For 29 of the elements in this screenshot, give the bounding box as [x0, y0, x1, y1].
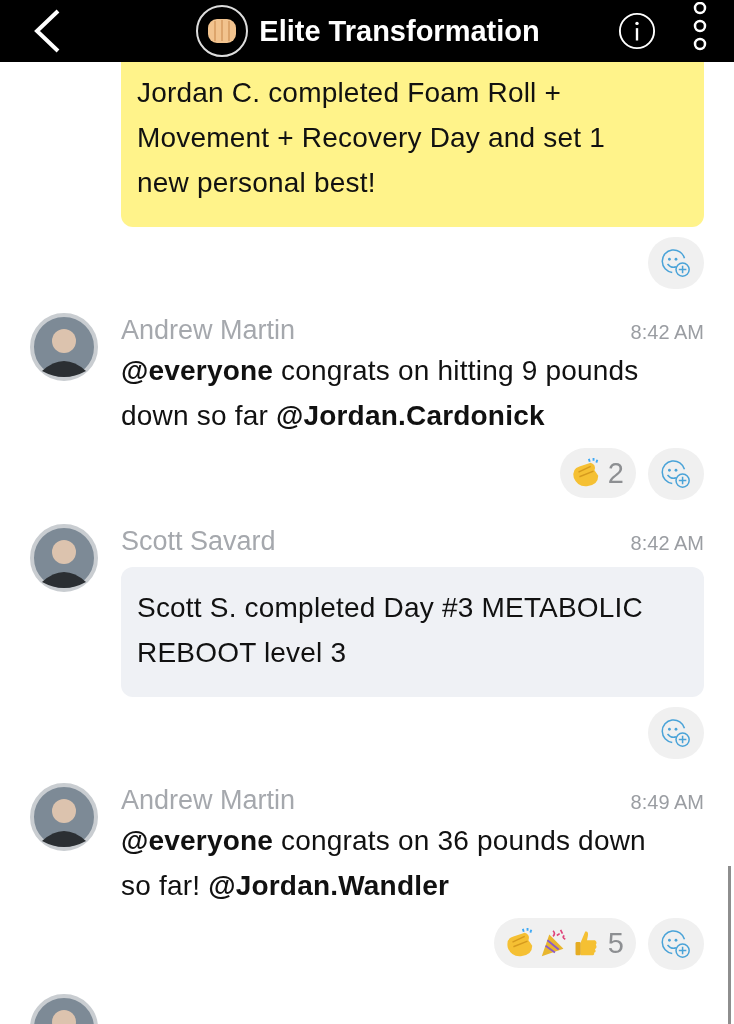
message-time: 8:49 AM	[630, 791, 704, 814]
activity-text: Scott S. completed Day #3 METABOLIC REBOOT level 3	[137, 592, 643, 668]
reaction-chip[interactable]: 2	[559, 448, 636, 498]
add-reaction-button[interactable]	[648, 448, 704, 500]
add-reaction-icon	[660, 717, 692, 749]
scrollbar[interactable]	[728, 866, 731, 1024]
author-name[interactable]: Andrew Martin	[121, 785, 296, 816]
author-name[interactable]: Andrew Martin	[121, 315, 296, 346]
more-icon[interactable]	[692, 2, 708, 52]
add-reaction-icon	[660, 247, 692, 279]
avatar[interactable]	[30, 524, 98, 592]
avatar[interactable]	[30, 783, 98, 851]
author-name[interactable]: Scott Savard	[121, 526, 276, 557]
add-reaction-button[interactable]	[648, 918, 704, 970]
activity-text: Jordan C. completed Foam Roll + Movement + Recovery Day and set 1 new personal best!	[137, 77, 606, 198]
add-reaction-icon	[660, 928, 692, 960]
message-time: 8:42 AM	[630, 321, 704, 344]
add-reaction-button[interactable]	[648, 237, 704, 289]
info-icon[interactable]	[618, 12, 656, 50]
add-reaction-button[interactable]	[648, 707, 704, 759]
message-time: 8:42 AM	[630, 532, 704, 555]
message-text: @everyone congrats on 36 pounds down so far! @Jordan.Wandler	[121, 825, 646, 901]
add-reaction-icon	[660, 458, 692, 490]
message-text: @everyone congrats on hitting 9 pounds down so far @Jordan.Cardonick	[121, 355, 639, 431]
reaction-chip[interactable]: 5	[493, 918, 636, 968]
back-icon[interactable]	[32, 8, 62, 54]
avatar[interactable]	[30, 313, 98, 381]
fist-icon	[195, 4, 250, 58]
group-title: Elite Transformation	[259, 14, 540, 48]
